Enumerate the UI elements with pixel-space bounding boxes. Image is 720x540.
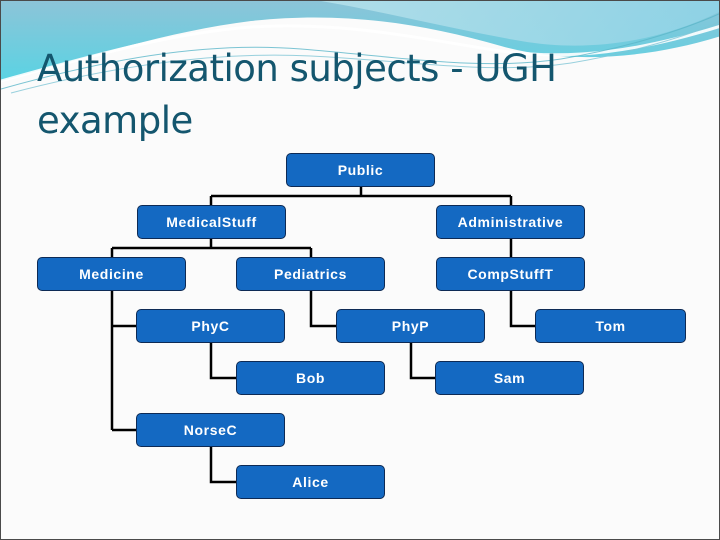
node-alice[interactable]: Alice (236, 465, 385, 499)
node-norse-c[interactable]: NorseC (136, 413, 285, 447)
slide: Authorization subjects - UGH example Pub… (0, 0, 720, 540)
node-bob[interactable]: Bob (236, 361, 385, 395)
node-medical-stuff[interactable]: MedicalStuff (137, 205, 286, 239)
node-phy-c[interactable]: PhyC (136, 309, 285, 343)
connector-phyc-bob (209, 343, 236, 380)
connector-medicalstuff-children (110, 239, 313, 257)
node-medicine[interactable]: Medicine (37, 257, 186, 291)
node-pediatrics[interactable]: Pediatrics (236, 257, 385, 291)
connector-compstufft-tom (509, 291, 535, 328)
node-public[interactable]: Public (286, 153, 435, 187)
connector-phyp-sam (409, 343, 435, 380)
node-administrative[interactable]: Administrative (436, 205, 585, 239)
node-sam[interactable]: Sam (435, 361, 584, 395)
node-tom[interactable]: Tom (535, 309, 686, 343)
node-comp-stuff-t[interactable]: CompStuffT (436, 257, 585, 291)
node-phy-p[interactable]: PhyP (336, 309, 485, 343)
connector-norsec-alice (209, 447, 236, 484)
connector-public-children (209, 187, 513, 205)
connector-pediatrics-phyp (309, 291, 336, 328)
connector-medicine-children (110, 291, 136, 432)
